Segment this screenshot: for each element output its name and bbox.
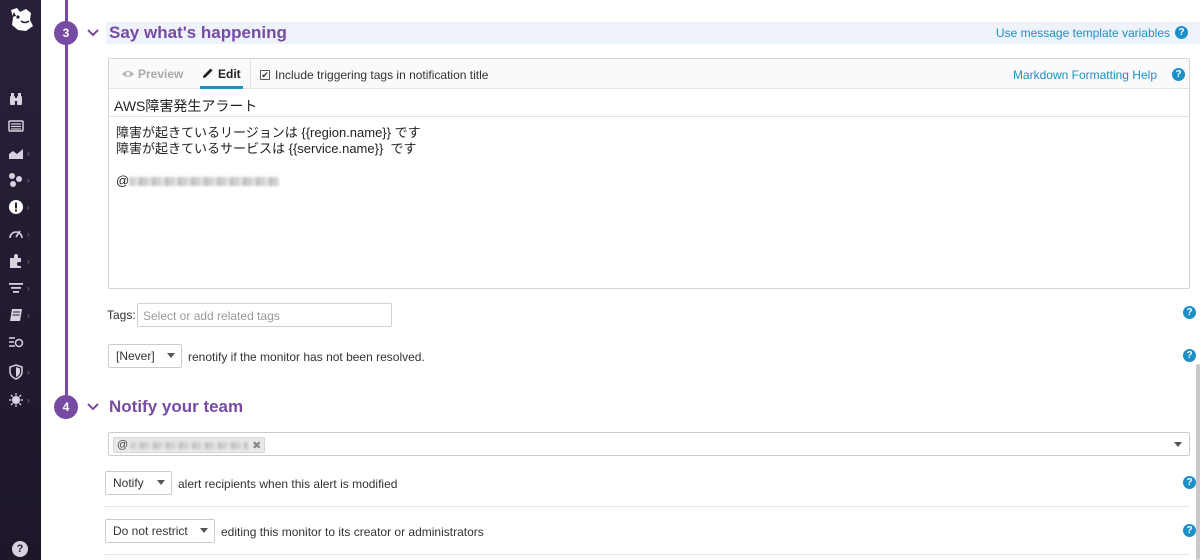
- message-editor: Preview Edit ✔ Include triggering tags i…: [108, 58, 1190, 289]
- chevron-down-icon[interactable]: [86, 402, 100, 412]
- section-title-notify-your-team[interactable]: Notify your team: [109, 397, 243, 417]
- caret-down-icon[interactable]: [1174, 442, 1182, 447]
- sidebar-item-notebooks[interactable]: ›: [8, 305, 38, 325]
- tab-preview-label: Preview: [138, 67, 184, 81]
- step-badge-3: 3: [54, 21, 78, 45]
- tab-edit[interactable]: Edit: [200, 59, 243, 89]
- infrastructure-icon: [9, 173, 22, 187]
- divider: [105, 506, 1190, 507]
- template-variables-link[interactable]: Use message template variables: [996, 26, 1170, 40]
- renotify-text: renotify if the monitor has not been res…: [188, 350, 425, 364]
- modified-text: alert recipients when this alert is modi…: [178, 477, 398, 491]
- sidebar-item-watchdog[interactable]: [8, 89, 38, 109]
- help-icon[interactable]: ?: [1175, 26, 1188, 39]
- caret-down-icon: [167, 353, 175, 358]
- restrict-select-value: Do not restrict: [113, 524, 188, 538]
- help-icon[interactable]: ?: [1183, 306, 1196, 319]
- sidebar: › › › › › › › › › ?: [0, 0, 41, 560]
- modified-notify-select[interactable]: Notify: [105, 471, 172, 495]
- pencil-icon: [203, 68, 213, 78]
- binoculars-icon: [10, 93, 22, 105]
- body-line: 障害が起きているサービスは {{service.name}} です: [116, 141, 417, 156]
- rum-virus-icon: [9, 393, 23, 407]
- message-body-textarea[interactable]: 障害が起きているリージョンは {{region.name}} です 障害が起きて…: [109, 117, 1189, 288]
- chevron-right-icon: ›: [27, 395, 30, 405]
- chevron-right-icon: ›: [27, 175, 30, 185]
- sidebar-item-rum[interactable]: ›: [8, 390, 38, 410]
- modified-select-value: Notify: [113, 476, 144, 490]
- redacted-recipient: [130, 441, 249, 449]
- divider: [105, 554, 1190, 555]
- editor-toolbar: Preview Edit ✔ Include triggering tags i…: [109, 59, 1189, 89]
- chevron-right-icon: ›: [27, 148, 30, 158]
- sidebar-item-security[interactable]: ›: [8, 362, 38, 382]
- chevron-right-icon: ›: [27, 202, 30, 212]
- chevron-right-icon: ›: [27, 283, 30, 293]
- page-scrollbar[interactable]: [1196, 364, 1200, 560]
- monitors-alert-icon: [9, 200, 23, 214]
- logs-filter-icon: [9, 283, 23, 293]
- notify-recipients-input[interactable]: @ ✖: [108, 432, 1190, 456]
- synthetics-icon: [9, 337, 24, 348]
- sidebar-item-dashboards[interactable]: ›: [8, 143, 38, 163]
- restrict-edit-select[interactable]: Do not restrict: [105, 519, 215, 543]
- renotify-select[interactable]: [Never]: [108, 344, 182, 368]
- sidebar-item-integrations[interactable]: ›: [8, 251, 38, 271]
- toolbar-divider: [250, 59, 251, 89]
- security-shield-icon: [9, 364, 23, 380]
- body-line: 障害が起きているリージョンは {{region.name}} です: [116, 125, 421, 140]
- eye-icon: [122, 71, 134, 77]
- dashboard-list-icon: [8, 120, 24, 132]
- chevron-down-icon[interactable]: [86, 28, 100, 38]
- integrations-puzzle-icon: [10, 254, 21, 268]
- mention-line: @: [116, 173, 1182, 189]
- datadog-logo-icon[interactable]: [6, 4, 36, 34]
- recipient-chip: @ ✖: [113, 437, 266, 453]
- step-badge-4: 4: [54, 395, 78, 419]
- renotify-select-value: [Never]: [116, 349, 155, 363]
- tab-preview[interactable]: Preview: [121, 67, 183, 81]
- redacted-mention: [129, 177, 280, 187]
- notebook-icon: [10, 309, 22, 321]
- help-icon[interactable]: ?: [1183, 349, 1196, 362]
- remove-recipient-icon[interactable]: ✖: [252, 439, 261, 452]
- help-icon[interactable]: ?: [1183, 476, 1196, 489]
- app-root: › › › › › › › › › ? 3 Say what's happeni…: [0, 0, 1200, 560]
- sidebar-item-apm[interactable]: ›: [8, 224, 38, 244]
- tags-input[interactable]: Select or add related tags: [137, 303, 392, 327]
- help-icon[interactable]: ?: [12, 541, 28, 557]
- mention-prefix: @: [116, 173, 130, 188]
- caret-down-icon: [157, 480, 165, 485]
- apm-gauge-icon: [9, 230, 23, 239]
- section-title-say-whats-happening[interactable]: Say what's happening: [109, 23, 287, 43]
- include-tags-checkbox[interactable]: ✔: [260, 70, 270, 80]
- chevron-right-icon: ›: [27, 310, 30, 320]
- help-icon[interactable]: ?: [1172, 68, 1185, 81]
- chevron-right-icon: ›: [27, 367, 30, 377]
- sidebar-item-monitors[interactable]: ›: [8, 197, 38, 217]
- sidebar-item-infrastructure[interactable]: ›: [8, 170, 38, 190]
- include-tags-label: Include triggering tags in notification …: [275, 68, 489, 82]
- help-icon[interactable]: ?: [1183, 524, 1196, 537]
- recipient-prefix: @: [117, 439, 129, 451]
- chevron-right-icon: ›: [27, 256, 30, 266]
- step-timeline: [65, 0, 68, 395]
- chevron-right-icon: ›: [27, 229, 30, 239]
- sidebar-item-logs[interactable]: ›: [8, 278, 38, 298]
- markdown-help-link[interactable]: Markdown Formatting Help: [1013, 68, 1157, 82]
- caret-down-icon: [200, 528, 208, 533]
- include-tags-option[interactable]: ✔ Include triggering tags in notificatio…: [260, 68, 488, 82]
- restrict-text: editing this monitor to its creator or a…: [221, 525, 484, 539]
- tags-label: Tags:: [107, 308, 136, 322]
- area-chart-icon: [9, 149, 23, 159]
- tab-edit-label: Edit: [218, 67, 241, 81]
- notification-title-input[interactable]: AWS障害発生アラート: [109, 89, 1189, 117]
- sidebar-item-events[interactable]: [8, 116, 38, 136]
- main-content: 3 Say what's happening Use message templ…: [41, 0, 1200, 560]
- sidebar-item-synthetics[interactable]: [8, 332, 38, 352]
